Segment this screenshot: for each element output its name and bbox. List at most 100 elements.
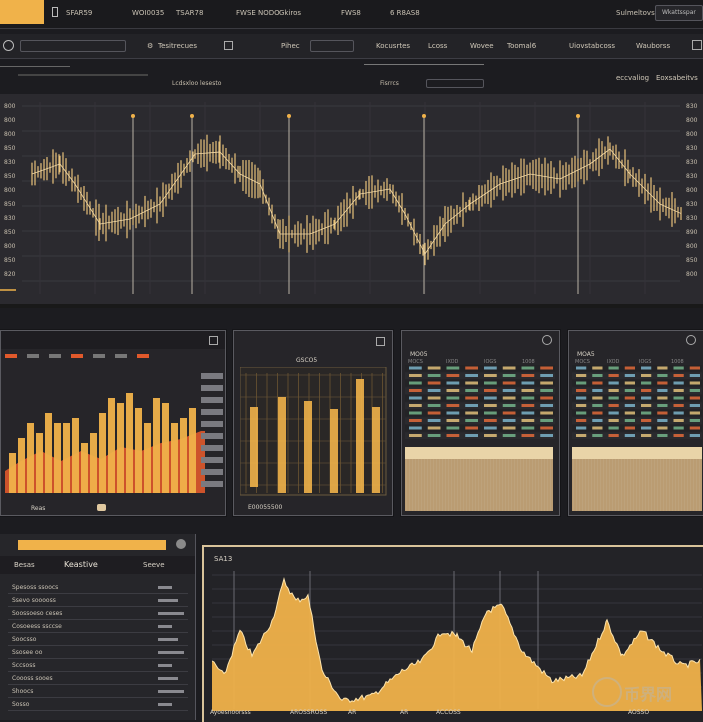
order-row[interactable]: Sccsoss <box>8 660 188 672</box>
table-cell <box>641 389 652 392</box>
side-level <box>201 433 223 439</box>
toolbar-item[interactable]: Wauborss <box>636 42 670 50</box>
table-cell <box>446 411 460 415</box>
legend-tab[interactable] <box>93 354 105 358</box>
topbar-item[interactable]: WOI0035 <box>132 9 164 17</box>
order-row[interactable]: Coooss sooes <box>8 673 188 685</box>
topbar-item[interactable]: FWSE NODO <box>236 9 280 17</box>
search-field[interactable]: Wkattsspar <box>655 5 703 21</box>
topbar-item[interactable]: SFAR59 <box>66 9 92 17</box>
order-row-bar <box>158 586 172 589</box>
date-range-field[interactable] <box>426 79 484 88</box>
table-cell <box>592 434 603 437</box>
order-panel-title[interactable]: Keastive <box>64 560 98 569</box>
order-row[interactable]: Shoocs <box>8 686 188 698</box>
table-cell <box>446 426 460 430</box>
range-input[interactable] <box>310 40 354 52</box>
legend-tab[interactable] <box>137 354 149 358</box>
table-cell <box>521 419 535 422</box>
order-row[interactable]: Cosoeess ssccse <box>8 621 188 633</box>
table-a-close-icon[interactable] <box>542 335 552 345</box>
table-cell <box>502 404 516 407</box>
symbol-input[interactable] <box>20 40 126 52</box>
order-row[interactable]: Soocsso <box>8 634 188 646</box>
table-cell <box>502 374 516 377</box>
table-cell <box>484 396 497 400</box>
menu-icon[interactable] <box>52 7 58 17</box>
volume-bar <box>81 443 88 493</box>
legend-tab[interactable] <box>115 354 127 358</box>
chart-header-right-a[interactable]: eccvaliog <box>616 74 649 82</box>
table-cell <box>540 381 553 385</box>
table-cell <box>409 389 422 392</box>
y-tick-label: 850 <box>4 145 16 152</box>
order-row[interactable]: Ssevo sooooss <box>8 595 188 607</box>
order-panel-subtitle[interactable]: Besas <box>14 561 35 569</box>
candle-expand-icon[interactable] <box>376 337 385 346</box>
event-marker-dot[interactable] <box>422 114 426 118</box>
event-marker-dot[interactable] <box>190 114 194 118</box>
table-cell <box>502 411 516 415</box>
topbar-item[interactable]: Gkiros <box>279 9 301 17</box>
main-price-chart[interactable]: 800 800 800 850 830 850 800 850 830 850 800 850 820 8… <box>0 94 703 300</box>
square-icon[interactable] <box>224 41 233 50</box>
table-b-close-icon[interactable] <box>686 335 696 345</box>
account-label[interactable]: Sulmeltovs <box>616 9 655 17</box>
volume-bar <box>27 423 34 493</box>
toolbar-item[interactable]: Pihec <box>281 42 300 50</box>
table-cell <box>427 381 441 385</box>
table-cell <box>673 374 684 377</box>
power-icon[interactable] <box>3 40 14 51</box>
table-cell <box>641 434 652 437</box>
table-cell <box>521 426 535 430</box>
table-cell <box>409 419 422 422</box>
table-a-grid <box>405 365 555 439</box>
toolbar-item[interactable]: Tesitrecues <box>158 42 197 50</box>
volume-chart[interactable] <box>1 351 225 501</box>
brand-logo[interactable] <box>0 0 44 24</box>
order-panel-right[interactable]: Seeve <box>143 561 165 569</box>
volume-bar <box>162 403 169 493</box>
toolbar-item[interactable]: Lcoss <box>428 42 447 50</box>
settings-icon[interactable]: ⚙ <box>147 42 153 50</box>
event-marker-dot[interactable] <box>576 114 580 118</box>
table-cell <box>427 411 441 415</box>
chart-header-right-b[interactable]: Eoxsabeitvs <box>656 74 698 82</box>
order-row[interactable]: Soossoeso ceses <box>8 608 188 620</box>
candle-chart[interactable] <box>240 367 388 497</box>
table-cell <box>446 434 460 437</box>
table-cell <box>608 419 619 422</box>
topbar-item[interactable]: TSAR78 <box>176 9 203 17</box>
toolbar-item[interactable]: Wovee <box>470 42 494 50</box>
table-cell <box>657 396 668 400</box>
legend-tab[interactable] <box>27 354 39 358</box>
table-panel-a-title: MO05 <box>410 351 428 358</box>
order-row[interactable]: Spesoss ssoocs <box>8 582 188 594</box>
legend-tab[interactable] <box>5 354 17 358</box>
topbar-item[interactable]: FWS8 <box>341 9 361 17</box>
table-cell <box>608 374 619 377</box>
table-cell <box>673 434 684 437</box>
right-tick-label: 800 <box>686 131 698 138</box>
table-cell <box>521 396 535 400</box>
order-row[interactable]: Ssosee oo <box>8 647 188 659</box>
close-icon[interactable] <box>692 40 702 50</box>
table-cell <box>465 426 478 430</box>
volume-toggle[interactable] <box>97 504 106 511</box>
event-marker-dot[interactable] <box>131 114 135 118</box>
toolbar-item[interactable]: Kocusrtes <box>376 42 410 50</box>
toolbar-item[interactable]: Toomal6 <box>507 42 536 50</box>
expand-icon[interactable] <box>209 336 218 345</box>
legend-tab[interactable] <box>49 354 61 358</box>
table-cell <box>540 411 553 415</box>
order-list: Spesoss ssoocs Ssevo sooooss Soossoeso ces… <box>0 582 195 720</box>
order-row[interactable]: Sosso <box>8 699 188 711</box>
table-cell <box>502 389 516 392</box>
topbar-item[interactable]: 6 R8AS8 <box>390 9 420 17</box>
toolbar-item[interactable]: Uiovstabcoss <box>569 42 615 50</box>
legend-tab[interactable] <box>71 354 83 358</box>
event-marker-dot[interactable] <box>287 114 291 118</box>
order-row-bar <box>158 651 184 654</box>
order-panel-collapse-icon[interactable] <box>176 539 186 549</box>
y-tick-label: 820 <box>4 271 16 278</box>
